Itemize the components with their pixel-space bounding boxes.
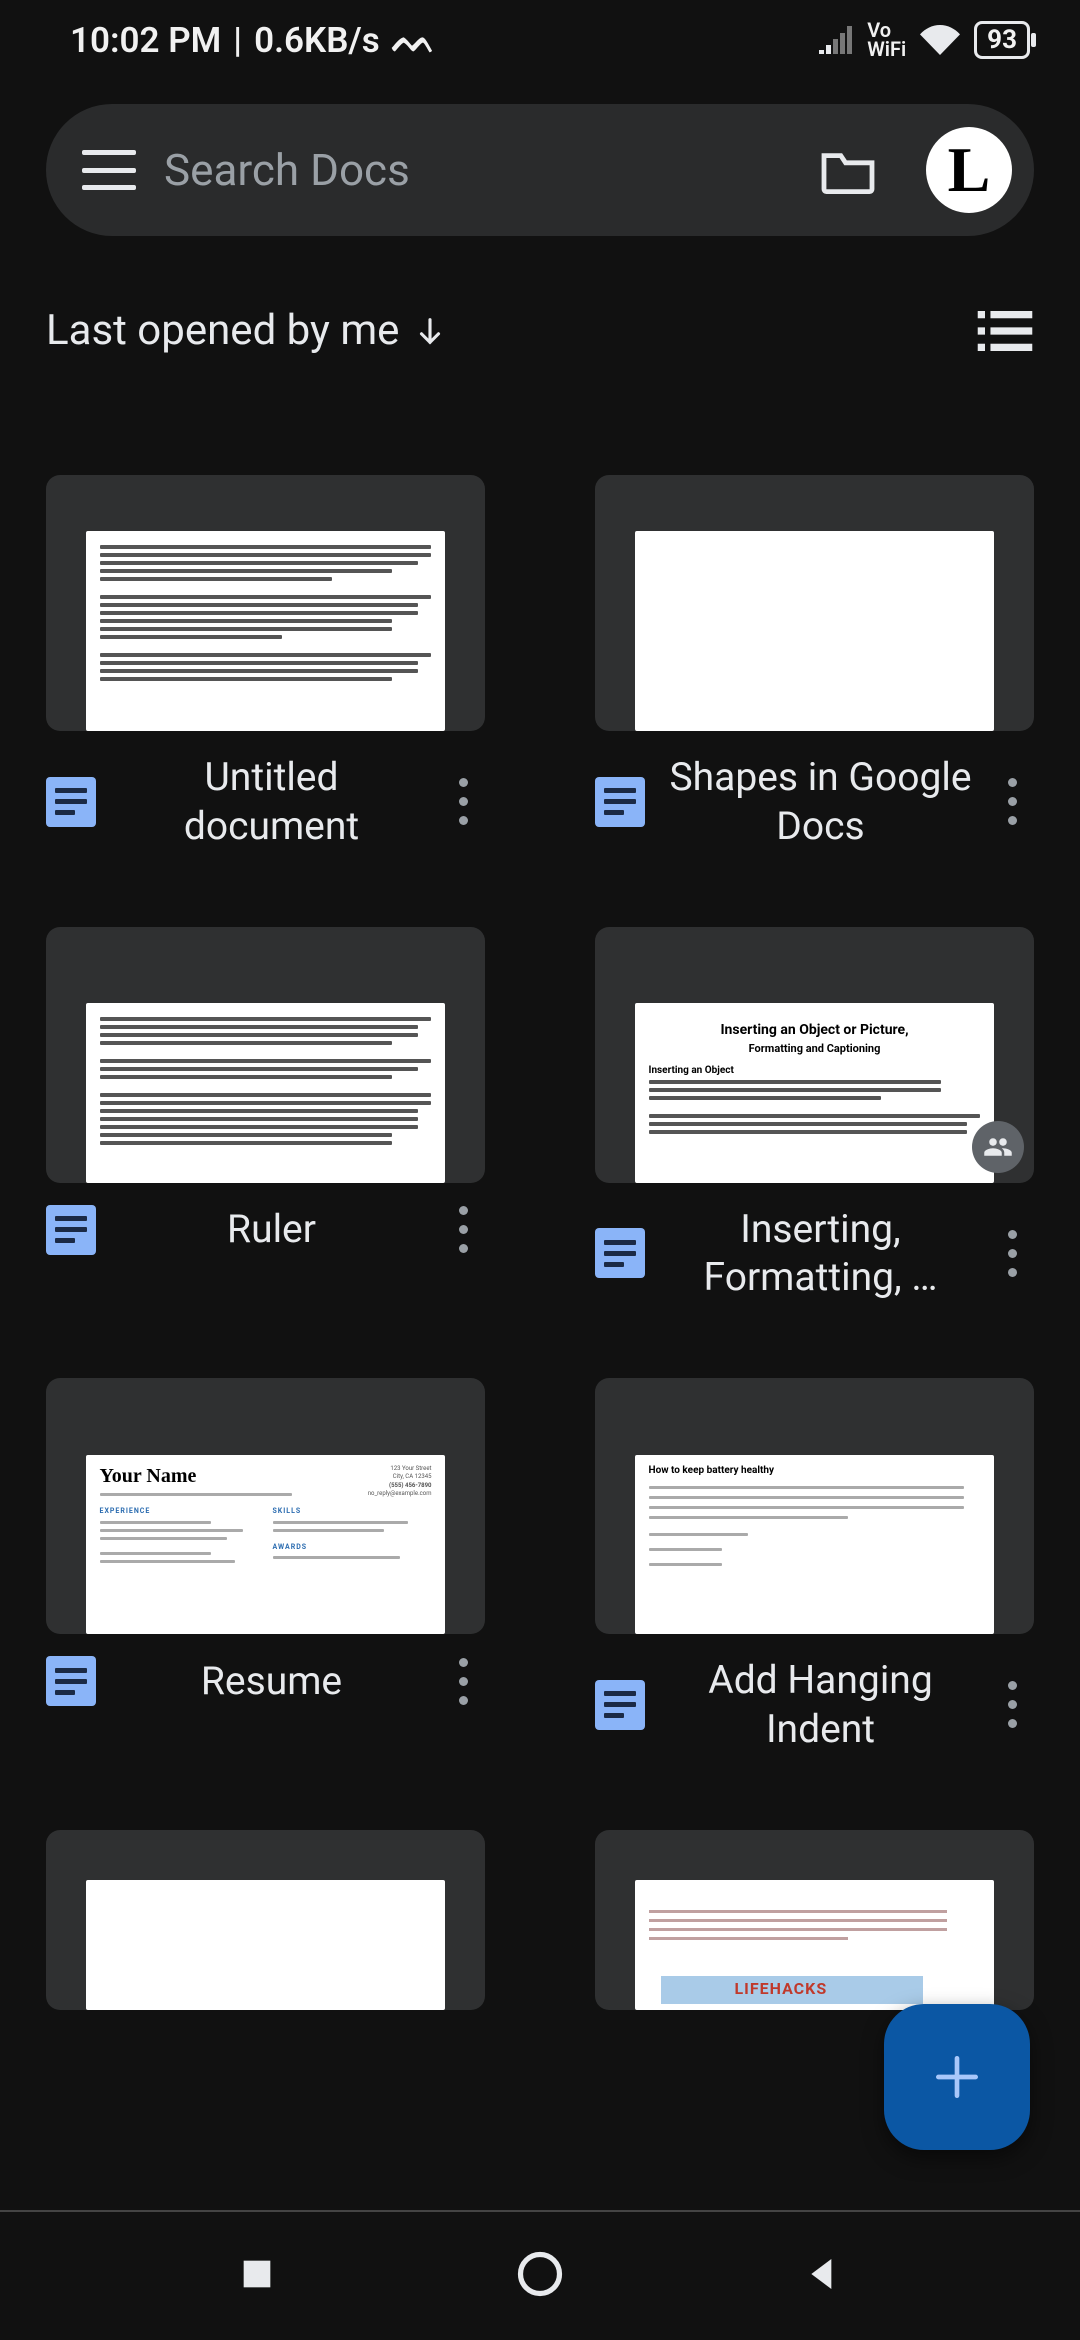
list-view-toggle[interactable]: [976, 311, 1034, 351]
status-net-speed: 0.6KB/s: [254, 20, 380, 61]
new-document-fab[interactable]: [884, 2004, 1030, 2150]
search-input[interactable]: Search Docs: [164, 144, 790, 196]
thumb-heading: How to keep battery healthy: [649, 1465, 981, 1476]
doc-thumbnail[interactable]: [595, 475, 1034, 731]
system-nav-bar: [0, 2210, 1080, 2340]
arrow-down-icon: [413, 314, 447, 348]
thumb-heading: Formatting and Captioning: [649, 1043, 981, 1055]
shared-icon: [972, 1121, 1024, 1173]
doc-thumbnail[interactable]: [46, 927, 485, 1183]
thumb-heading: LIFEHACKS: [735, 1980, 828, 1998]
doc-thumbnail[interactable]: [46, 475, 485, 731]
doc-title: Shapes in Google Docs: [667, 753, 974, 851]
sort-dropdown[interactable]: Last opened by me: [46, 306, 447, 355]
doc-meta: Ruler: [46, 1205, 485, 1255]
doc-title: Resume: [118, 1657, 425, 1706]
docs-icon: [46, 1656, 96, 1706]
doc-thumbnail[interactable]: Inserting an Object or Picture, Formatti…: [595, 927, 1034, 1183]
recent-apps-button[interactable]: [237, 2254, 277, 2298]
doc-thumbnail[interactable]: [46, 1830, 485, 2010]
doc-card[interactable]: 123 Your StreetCity, CA 12345(555) 456-7…: [46, 1378, 485, 1754]
doc-card[interactable]: How to keep battery healthy Add Hanging …: [595, 1378, 1034, 1754]
doc-thumbnail[interactable]: LIFEHACKS: [595, 1830, 1034, 2010]
doc-meta: Shapes in Google Docs: [595, 753, 1034, 851]
doc-card[interactable]: Inserting an Object or Picture, Formatti…: [595, 927, 1034, 1303]
doc-title: Untitled document: [118, 753, 425, 851]
status-separator: |: [233, 20, 242, 61]
doc-card[interactable]: Untitled document: [46, 475, 485, 851]
doc-title: Ruler: [118, 1205, 425, 1254]
status-time: 10:02 PM: [70, 20, 221, 61]
account-avatar[interactable]: L: [926, 127, 1012, 213]
doc-thumbnail[interactable]: How to keep battery healthy: [595, 1378, 1034, 1634]
plus-icon: [929, 2049, 985, 2105]
wifi-icon: [920, 25, 960, 55]
doc-card[interactable]: Shapes in Google Docs: [595, 475, 1034, 851]
miui-logo-icon: ᨓ: [392, 18, 435, 62]
doc-card[interactable]: [46, 1830, 485, 2010]
home-button[interactable]: [514, 2248, 566, 2304]
status-bar: 10:02 PM | 0.6KB/s ᨓ Vo WiFi 93: [0, 0, 1080, 80]
doc-title: Add Hanging Indent: [667, 1656, 974, 1754]
folder-icon[interactable]: [818, 146, 878, 194]
docs-icon: [46, 1205, 96, 1255]
doc-card[interactable]: Ruler: [46, 927, 485, 1303]
docs-icon: [46, 777, 96, 827]
more-options-icon[interactable]: [990, 1230, 1034, 1277]
back-button[interactable]: [803, 2254, 843, 2298]
menu-icon[interactable]: [82, 150, 136, 190]
document-grid: Untitled document Shapes in Google Docs …: [46, 475, 1034, 2010]
more-options-icon[interactable]: [990, 1681, 1034, 1728]
doc-thumbnail[interactable]: 123 Your StreetCity, CA 12345(555) 456-7…: [46, 1378, 485, 1634]
thumb-heading: Inserting an Object or Picture,: [649, 1023, 981, 1038]
doc-title: Inserting, Formatting, …: [667, 1205, 974, 1303]
doc-meta: Resume: [46, 1656, 485, 1706]
docs-icon: [595, 1680, 645, 1730]
sort-row: Last opened by me: [46, 306, 1034, 355]
status-right: Vo WiFi 93: [819, 21, 1030, 59]
doc-meta: Add Hanging Indent: [595, 1656, 1034, 1754]
more-options-icon[interactable]: [990, 778, 1034, 825]
cell-signal-icon: [819, 26, 853, 54]
battery-icon: 93: [974, 21, 1030, 59]
more-options-icon[interactable]: [441, 1658, 485, 1705]
more-options-icon[interactable]: [441, 778, 485, 825]
doc-meta: Inserting, Formatting, …: [595, 1205, 1034, 1303]
doc-meta: Untitled document: [46, 753, 485, 851]
doc-card[interactable]: LIFEHACKS: [595, 1830, 1034, 2010]
vowifi-icon: Vo WiFi: [867, 21, 906, 59]
status-left: 10:02 PM | 0.6KB/s ᨓ: [70, 18, 435, 62]
docs-icon: [595, 777, 645, 827]
docs-icon: [595, 1228, 645, 1278]
search-bar[interactable]: Search Docs L: [46, 104, 1034, 236]
thumb-subheading: Inserting an Object: [649, 1065, 981, 1076]
more-options-icon[interactable]: [441, 1206, 485, 1253]
